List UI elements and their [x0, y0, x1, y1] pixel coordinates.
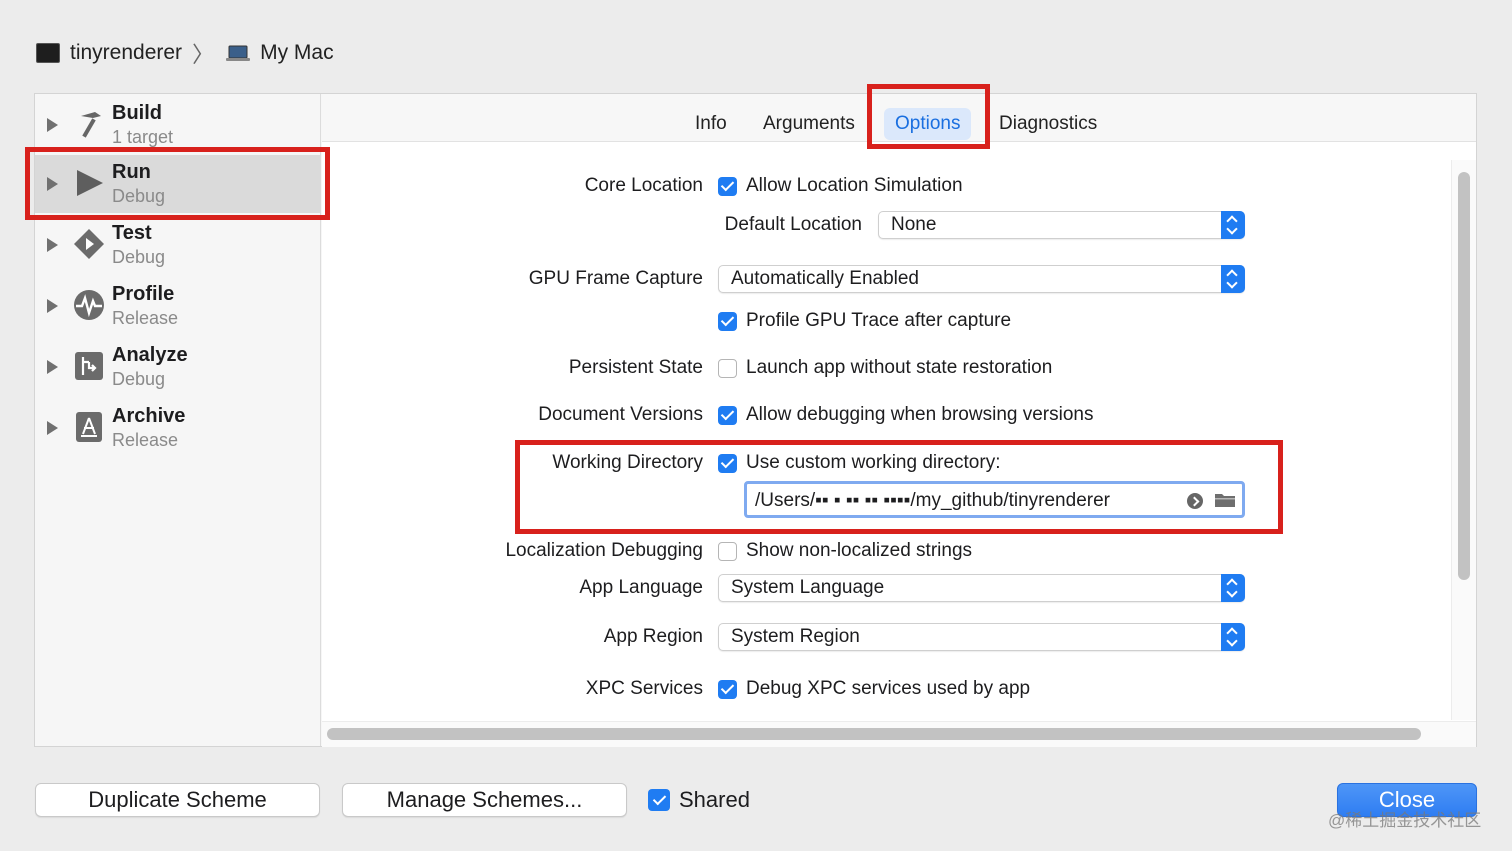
disclosure-triangle-icon[interactable] [47, 299, 58, 313]
sidebar-item-subtitle: Debug [112, 369, 166, 389]
shared-checkbox[interactable]: Shared [648, 787, 750, 813]
popup-value: System Language [731, 577, 885, 598]
checkbox-unchecked[interactable] [718, 541, 737, 561]
highlight-working-directory-box [515, 440, 1283, 534]
sidebar-item-test[interactable]: Test Debug [35, 216, 320, 274]
analyze-icon [75, 352, 103, 380]
gpu-frame-capture-popup[interactable]: Automatically Enabled [718, 265, 1245, 293]
sidebar-item-title: Archive [112, 405, 186, 427]
duplicate-scheme-button[interactable]: Duplicate Scheme [35, 783, 320, 817]
popup-value: None [891, 214, 937, 235]
disclosure-triangle-icon[interactable] [47, 238, 58, 252]
checkbox-unchecked[interactable] [718, 358, 737, 378]
app-region-label: App Region [603, 626, 703, 647]
tab-arguments[interactable]: Arguments [752, 108, 866, 140]
watermark: @稀土掘金技术社区 [1328, 811, 1482, 830]
disclosure-triangle-icon[interactable] [47, 421, 58, 435]
tab-info[interactable]: Info [684, 108, 738, 140]
xpc-services-label: XPC Services [585, 678, 703, 699]
allow-debugging-versions-checkbox[interactable]: Allow debugging when browsing versions [718, 404, 1093, 426]
sidebar-item-profile[interactable]: Profile Release [35, 277, 320, 335]
sidebar-item-subtitle: Debug [112, 247, 166, 267]
app-language-popup[interactable]: System Language [718, 574, 1245, 602]
disclosure-triangle-icon[interactable] [47, 360, 58, 374]
app-region-popup[interactable]: System Region [718, 623, 1245, 651]
sidebar-item-subtitle: Release [112, 308, 179, 328]
checkbox-checked[interactable] [718, 405, 737, 425]
hammer-icon [81, 112, 101, 138]
sidebar-item-title: Test [112, 222, 152, 244]
checkbox-label: Allow Location Simulation [746, 175, 963, 196]
sidebar-item-subtitle: 1 target [112, 127, 174, 147]
checkbox-checked[interactable] [718, 176, 737, 196]
breadcrumb-separator-icon: 〉 [192, 42, 215, 67]
test-diamond-icon [74, 229, 104, 259]
highlight-run-box [25, 147, 330, 220]
sidebar-item-title: Profile [112, 283, 175, 305]
checkbox-label: Allow debugging when browsing versions [746, 404, 1094, 425]
horizontal-scroll-thumb[interactable] [327, 728, 1421, 740]
checkbox-label: Launch app without state restoration [746, 357, 1053, 378]
archive-app-icon [76, 412, 102, 442]
profile-waveform-icon [74, 290, 104, 320]
checkbox-label: Show non-localized strings [746, 540, 973, 561]
popup-stepper-icon[interactable] [1221, 623, 1245, 651]
checkbox-checked[interactable] [718, 311, 737, 331]
disclosure-triangle-icon[interactable] [47, 118, 58, 132]
checkbox-checked[interactable] [718, 679, 737, 699]
gpu-frame-capture-label: GPU Frame Capture [528, 268, 703, 289]
default-location-label: Default Location [724, 214, 862, 235]
launch-without-state-restoration-checkbox[interactable]: Launch app without state restoration [718, 357, 1052, 379]
app-language-label: App Language [579, 577, 703, 598]
profile-gpu-trace-checkbox[interactable]: Profile GPU Trace after capture [718, 310, 1011, 332]
sidebar-item-subtitle: Release [112, 430, 179, 450]
tab-diagnostics[interactable]: Diagnostics [988, 108, 1108, 140]
sidebar-item-title: Analyze [112, 344, 188, 366]
default-location-popup[interactable]: None [878, 211, 1245, 239]
sidebar-item-title: Build [112, 102, 162, 124]
debug-xpc-services-checkbox[interactable]: Debug XPC services used by app [718, 678, 1030, 700]
checkbox-label: Profile GPU Trace after capture [746, 310, 1012, 331]
breadcrumb: tinyrenderer 〉 My Mac [36, 38, 334, 68]
popup-value: Automatically Enabled [731, 268, 919, 289]
popup-stepper-icon[interactable] [1221, 574, 1245, 602]
core-location-label: Core Location [584, 175, 703, 196]
shared-label: Shared [679, 787, 750, 812]
popup-stepper-icon[interactable] [1221, 211, 1245, 239]
laptop-icon [226, 45, 251, 61]
breadcrumb-destination[interactable]: My Mac [260, 41, 334, 65]
popup-stepper-icon[interactable] [1221, 265, 1245, 293]
sidebar-item-build[interactable]: Build 1 target [35, 96, 320, 154]
terminal-app-icon [36, 43, 60, 63]
document-versions-label: Document Versions [538, 404, 703, 425]
popup-value: System Region [731, 626, 860, 647]
sidebar-item-archive[interactable]: Archive Release [35, 399, 320, 457]
vertical-scroll-thumb[interactable] [1458, 172, 1470, 580]
allow-location-simulation-checkbox[interactable]: Allow Location Simulation [718, 175, 963, 197]
show-non-localized-strings-checkbox[interactable]: Show non-localized strings [718, 540, 972, 562]
highlight-options-tab-box [867, 84, 990, 149]
checkbox-checked[interactable] [648, 789, 670, 811]
breadcrumb-scheme[interactable]: tinyrenderer [70, 41, 182, 65]
manage-schemes-button[interactable]: Manage Schemes... [342, 783, 627, 817]
persistent-state-label: Persistent State [568, 357, 703, 378]
checkbox-label: Debug XPC services used by app [746, 678, 1031, 699]
localization-debugging-label: Localization Debugging [505, 540, 703, 561]
sidebar-item-analyze[interactable]: Analyze Debug [35, 338, 320, 396]
